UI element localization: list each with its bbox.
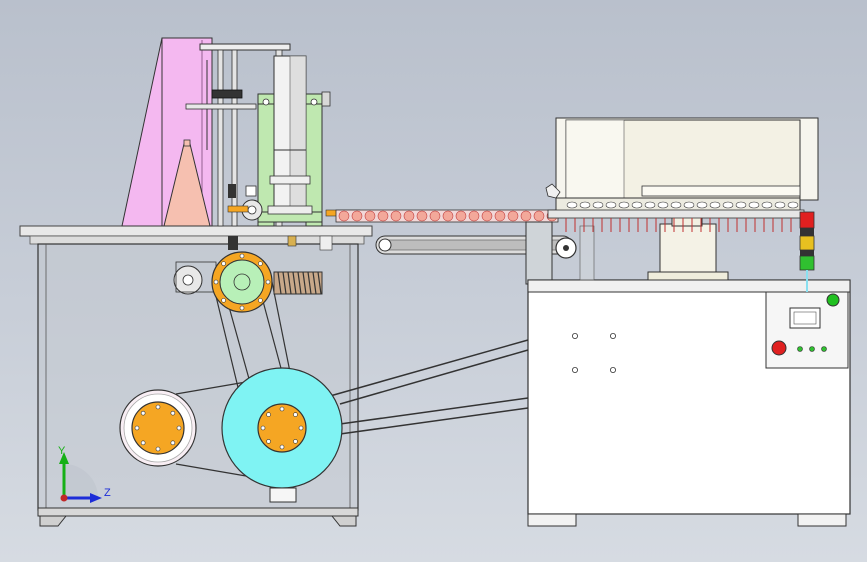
chain-conveyor bbox=[375, 221, 577, 285]
control-panel bbox=[765, 291, 849, 369]
roller-drum bbox=[267, 55, 313, 215]
z-axis-label: Z bbox=[104, 487, 111, 499]
collection-tray bbox=[545, 117, 819, 232]
bead-row bbox=[338, 210, 558, 222]
y-axis-label: Y bbox=[58, 445, 66, 457]
cad-assembly-view: Y Z bbox=[19, 37, 851, 527]
estop-button[interactable] bbox=[771, 340, 787, 356]
start-button[interactable] bbox=[826, 293, 840, 307]
feed-track bbox=[335, 209, 559, 223]
